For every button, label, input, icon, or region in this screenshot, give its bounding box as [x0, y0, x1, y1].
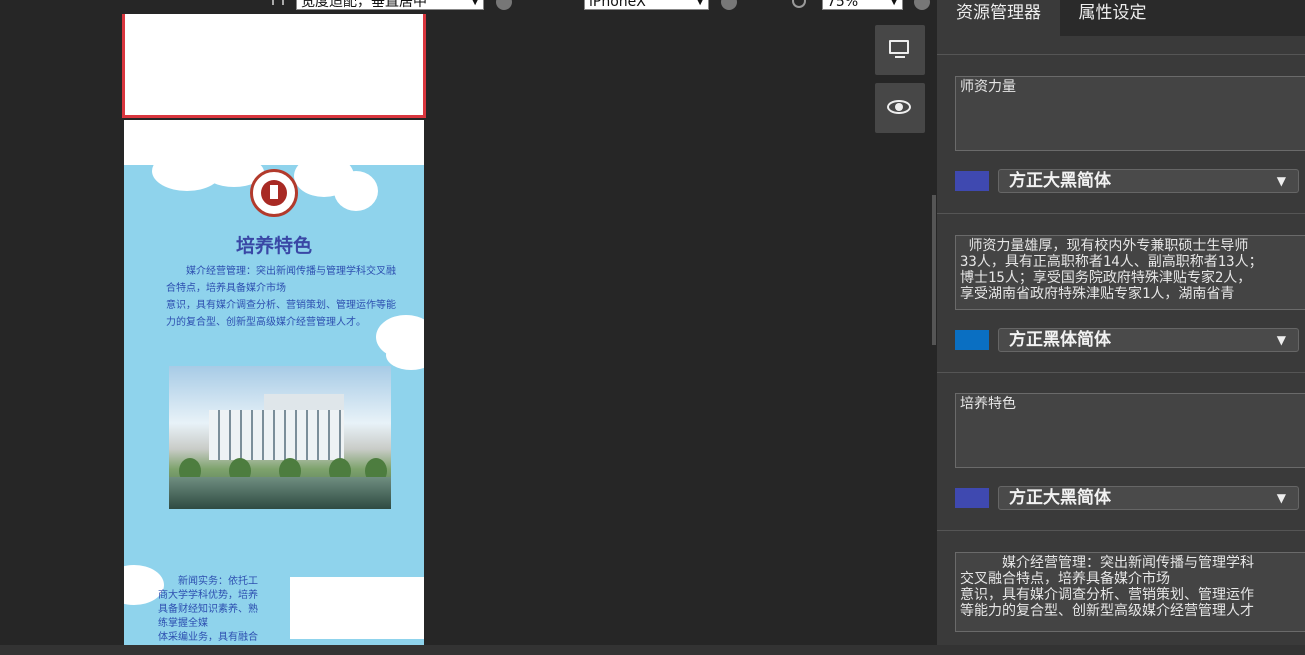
font-select-3[interactable]: 方正大黑简体 ▼ [998, 486, 1299, 510]
zoom-select-value: 75% [827, 0, 859, 10]
font-select-2[interactable]: 方正黑体简体 ▼ [998, 328, 1299, 352]
chevron-down-icon: ▼ [1276, 491, 1286, 505]
toolbar-separator [282, 0, 284, 5]
page-spacer [124, 120, 424, 165]
campus-photo [169, 366, 391, 509]
chevron-down-icon: ▼ [696, 0, 704, 7]
preview-button[interactable] [875, 83, 925, 133]
preview-bottom-text: 新闻实务：依托工 商大学学科优势，培养 具备财经知识素养、熟 练掌握全媒 体采编… [158, 576, 258, 643]
monitor-icon [889, 40, 909, 54]
divider [937, 530, 1305, 531]
layout-select-value: 宽度适配，垂直居中 [301, 0, 427, 10]
font-select-value: 方正大黑简体 [1009, 488, 1111, 508]
divider [937, 372, 1305, 373]
font-select-1[interactable]: 方正大黑简体 ▼ [998, 169, 1299, 193]
device-select-value: iPhoneX [589, 0, 646, 10]
eye-pupil [895, 103, 903, 111]
font-select-value: 方正大黑简体 [1009, 171, 1111, 191]
panel-tabs: 资源管理器 属性设定 [937, 0, 1305, 36]
preview-page[interactable]: 培养特色 媒介经营管理：突出新闻传播与管理学科交叉融合特点，培养具备媒介市场 意… [124, 165, 424, 645]
preview-title: 培养特色 [235, 235, 312, 257]
tab-property-settings[interactable]: 属性设定 [1060, 0, 1165, 36]
help-icon[interactable] [496, 0, 512, 10]
canvas-scrollbar[interactable] [932, 195, 936, 345]
monitor-stand [895, 56, 905, 58]
toolbar-separator [272, 0, 274, 5]
status-bar [0, 645, 1305, 655]
layout-select[interactable]: 宽度适配，垂直居中 ▼ [296, 0, 484, 10]
font-select-value: 方正黑体简体 [1009, 330, 1111, 350]
text-input-2[interactable]: 师资力量雄厚，现有校内外专兼职硕士生导师 33人，具有正高职称者14人、副高职称… [955, 235, 1305, 310]
color-swatch-1[interactable] [955, 171, 989, 191]
zoom-icon[interactable] [792, 0, 806, 8]
divider [937, 54, 1305, 55]
cloud-decoration [334, 171, 378, 211]
tab-resource-manager[interactable]: 资源管理器 [937, 0, 1060, 36]
zoom-select[interactable]: 75% ▼ [822, 0, 903, 10]
text-input-1[interactable]: 师资力量 [955, 76, 1305, 151]
cloud-decoration [386, 340, 424, 370]
preview-paragraph: 媒介经营管理：突出新闻传播与管理学科交叉融合特点，培养具备媒介市场 意识，具有媒… [166, 266, 396, 328]
content-box [290, 577, 424, 639]
text-input-3[interactable]: 培养特色 [955, 393, 1305, 468]
help-icon[interactable] [914, 0, 930, 10]
chevron-down-icon: ▼ [1276, 333, 1286, 347]
properties-panel: 资源管理器 属性设定 师资力量 方正大黑简体 ▼ 师资力量雄厚，现有校内外专兼职… [937, 0, 1305, 645]
color-swatch-2[interactable] [955, 330, 989, 350]
school-logo [250, 169, 298, 217]
top-toolbar: 宽度适配，垂直居中 ▼ iPhoneX ▼ 75% ▼ [0, 0, 935, 14]
divider [937, 213, 1305, 214]
chevron-down-icon: ▼ [890, 0, 898, 7]
device-select[interactable]: iPhoneX ▼ [584, 0, 709, 10]
desktop-view-button[interactable] [875, 25, 925, 75]
chevron-down-icon: ▼ [471, 0, 479, 7]
chevron-down-icon: ▼ [1276, 174, 1286, 188]
color-swatch-3[interactable] [955, 488, 989, 508]
help-icon[interactable] [721, 0, 737, 10]
selected-page-block[interactable] [122, 14, 426, 118]
text-input-4[interactable]: 媒介经营管理：突出新闻传播与管理学科 交叉融合特点，培养具备媒介市场 意识，具有… [955, 552, 1305, 632]
